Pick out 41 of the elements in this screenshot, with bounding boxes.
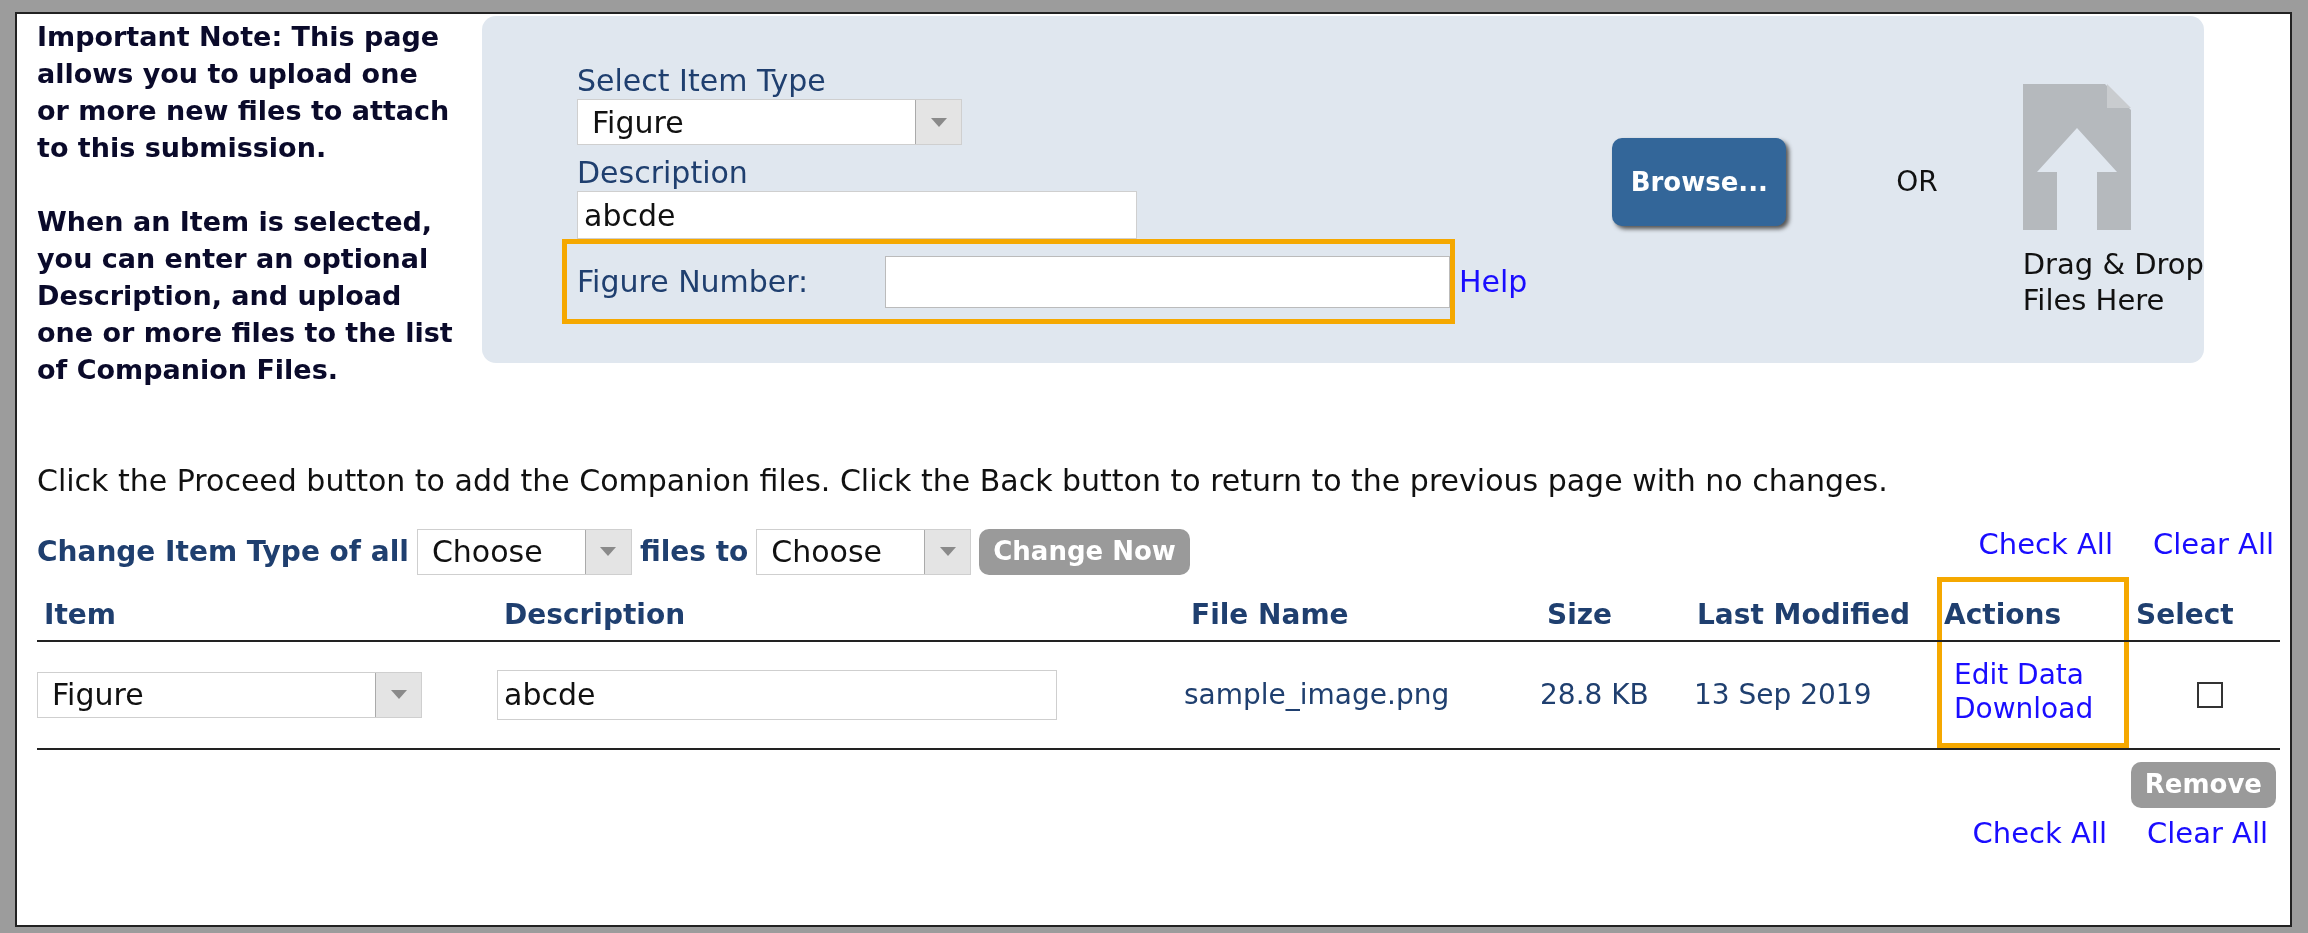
table-cell-text: 13 Sep 2019: [1694, 676, 1872, 713]
select-checkbox[interactable]: [2196, 681, 2223, 708]
note-text: Important Note: This page allows you to upload one or more new files to attach to this submission.: [37, 20, 451, 165]
action-link[interactable]: Download: [1954, 692, 2112, 726]
action-link[interactable]: Edit Data: [1954, 658, 2112, 692]
column-header: Actions: [1937, 576, 2129, 640]
column-header: Last Modified: [1696, 596, 1912, 633]
instructions-text: Click the Proceed button to add the Companion files. Click the Back button to return to the previous page with no changes.: [37, 462, 1889, 500]
from-type-dropdown[interactable]: Choose: [416, 528, 632, 575]
caret-icon: [930, 117, 947, 127]
or-text: OR: [1896, 164, 1938, 200]
select-link[interactable]: Clear All: [2147, 811, 2268, 855]
caret-icon: [600, 547, 617, 556]
description-field[interactable]: abcde: [577, 191, 1137, 239]
bulk-change-label: Change Item Type of all: [37, 533, 409, 570]
figure-number-field[interactable]: [885, 255, 1450, 308]
caret-icon: [939, 547, 956, 556]
item-type-dropdown[interactable]: Figure: [577, 99, 962, 145]
help-link[interactable]: Help: [1459, 264, 1528, 299]
column-header: Item: [43, 596, 117, 633]
column-header: Size: [1546, 596, 1614, 633]
select-link[interactable]: Clear All: [2153, 523, 2274, 567]
field-label: Figure Number:: [577, 263, 810, 301]
column-header: File Name: [1190, 596, 1350, 633]
description-field[interactable]: abcde: [497, 669, 1057, 720]
bulk-change-label: files to: [639, 533, 749, 570]
select-link[interactable]: Check All: [1978, 523, 2113, 567]
column-header: Description: [503, 596, 687, 633]
field-label: Select Item Type: [577, 63, 827, 99]
column-header: Select: [2135, 596, 2235, 633]
select-link[interactable]: Check All: [1972, 811, 2107, 855]
browse-button[interactable]: Browse...: [1612, 138, 1787, 226]
table-cell-text: sample_image.png: [1184, 676, 1450, 713]
item-dropdown[interactable]: Figure: [37, 671, 422, 718]
caret-icon: [390, 690, 407, 699]
note-text: When an Item is selected, you can enter an optional Description, and upload one or more files to the list of Companion Files.: [37, 205, 454, 387]
drop-zone-text: Drag & Drop Files Here: [2022, 246, 2204, 318]
upload-file-icon: [2022, 84, 2131, 230]
field-label: Description: [577, 155, 749, 191]
to-type-dropdown[interactable]: Choose: [756, 528, 972, 575]
table-cell-text: 28.8 KB: [1540, 676, 1649, 713]
